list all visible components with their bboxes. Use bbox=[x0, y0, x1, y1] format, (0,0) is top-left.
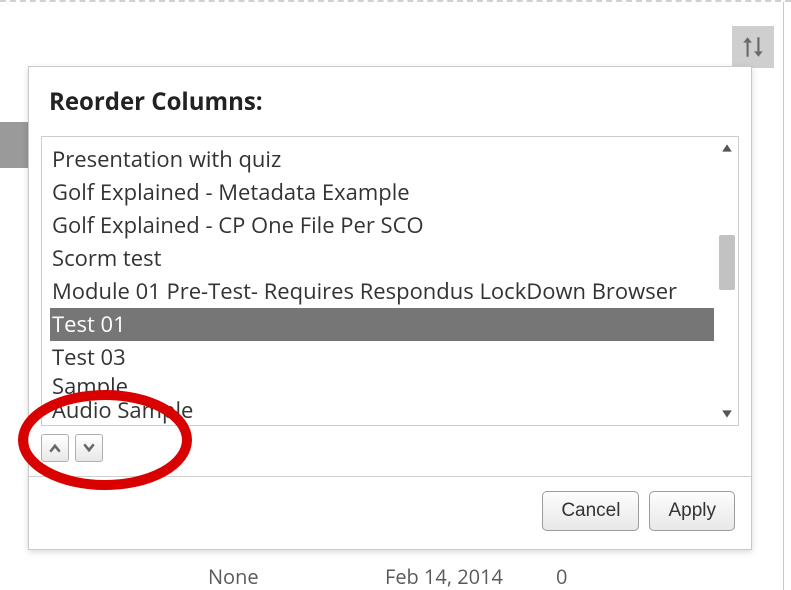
scroll-track[interactable] bbox=[718, 157, 736, 405]
chevron-up-icon bbox=[721, 142, 733, 154]
list-item[interactable]: Golf Explained - CP One File Per SCO bbox=[50, 209, 714, 242]
modal-title: Reorder Columns: bbox=[29, 67, 751, 124]
columns-list: Presentation with quiz Golf Explained - … bbox=[42, 137, 722, 425]
chevron-down-icon bbox=[82, 441, 96, 455]
cancel-button[interactable]: Cancel bbox=[542, 491, 639, 531]
move-up-button[interactable] bbox=[41, 434, 69, 462]
bg-cell-zero: 0 bbox=[556, 563, 567, 590]
scroll-down-button[interactable] bbox=[718, 405, 736, 423]
apply-button[interactable]: Apply bbox=[649, 491, 735, 531]
move-buttons bbox=[41, 434, 739, 462]
columns-listbox[interactable]: Presentation with quiz Golf Explained - … bbox=[41, 136, 739, 426]
move-down-button[interactable] bbox=[75, 434, 103, 462]
chevron-up-icon bbox=[48, 441, 62, 455]
reorder-columns-modal: Reorder Columns: Presentation with quiz … bbox=[28, 66, 752, 550]
list-item[interactable]: Module 01 Pre-Test- Requires Respondus L… bbox=[50, 275, 714, 308]
scroll-thumb[interactable] bbox=[719, 235, 735, 290]
modal-footer: Cancel Apply bbox=[29, 477, 751, 549]
chevron-down-icon bbox=[721, 408, 733, 420]
list-item[interactable]: Golf Explained - Metadata Example bbox=[50, 176, 714, 209]
list-item[interactable]: Presentation with quiz bbox=[50, 143, 714, 176]
sort-columns-button[interactable] bbox=[732, 26, 774, 68]
bg-cell-date: Feb 14, 2014 bbox=[385, 563, 503, 590]
list-item[interactable]: Audio Sample bbox=[50, 398, 714, 422]
scroll-up-button[interactable] bbox=[718, 139, 736, 157]
scrollbar[interactable] bbox=[718, 139, 736, 423]
list-item[interactable]: Test 03 bbox=[50, 341, 714, 374]
list-item[interactable]: Scorm test bbox=[50, 242, 714, 275]
sort-arrows-icon bbox=[740, 34, 766, 60]
bg-sidebar-fragment bbox=[0, 122, 30, 168]
bg-cell-none: None bbox=[208, 563, 259, 590]
list-item-selected[interactable]: Test 01 bbox=[50, 308, 714, 341]
